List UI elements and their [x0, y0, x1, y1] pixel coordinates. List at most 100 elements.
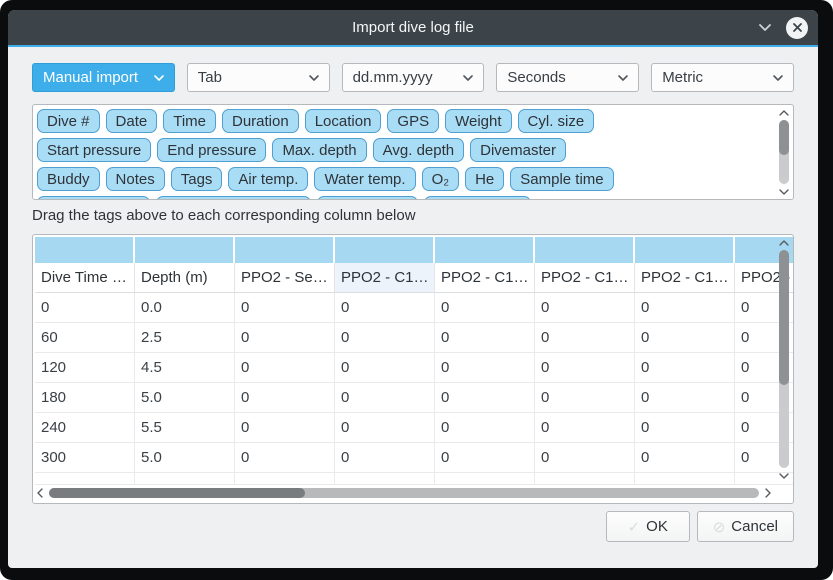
column-header[interactable]: PPO2 - C1… — [635, 263, 735, 293]
table-cell: 0 — [635, 323, 735, 353]
scroll-right-icon[interactable] — [764, 487, 771, 499]
table-row: 1204.5000000 — [35, 353, 794, 383]
close-button[interactable] — [786, 17, 808, 39]
table-horizontal-scrollbar[interactable] — [37, 485, 771, 500]
tag-sample-po[interactable]: Sample pO₂ — [317, 196, 418, 200]
titlebar-actions — [758, 10, 808, 45]
tag-list-scrollbar[interactable] — [776, 107, 791, 197]
tag-avg-depth[interactable]: Avg. depth — [373, 138, 464, 162]
table-cell: 0 — [335, 353, 435, 383]
tag-time[interactable]: Time — [163, 109, 216, 133]
table-cell: 0 — [535, 293, 635, 323]
dropdown-dd-mm-yyyy[interactable]: dd.mm.yyyy — [342, 63, 485, 92]
cancel-icon: ⊘ — [713, 518, 726, 536]
table-cell — [35, 473, 135, 485]
tag-he[interactable]: He — [465, 167, 504, 191]
chevron-down-icon — [153, 74, 165, 82]
table-cell: 5.5 — [135, 413, 235, 443]
cancel-button[interactable]: ⊘ Cancel — [697, 511, 794, 542]
tag-max-depth[interactable]: Max. depth — [272, 138, 366, 162]
table-cell: 0 — [435, 293, 535, 323]
tag-sample-temperature[interactable]: Sample temperature — [156, 196, 312, 200]
drop-target-row — [35, 237, 794, 263]
dropdown-tab[interactable]: Tab — [187, 63, 330, 92]
table-hscrollbar-thumb[interactable] — [49, 488, 305, 498]
table-cell: 0 — [335, 323, 435, 353]
tag-cyl-size[interactable]: Cyl. size — [518, 109, 595, 133]
collapse-button[interactable] — [758, 23, 772, 32]
tag-dive[interactable]: Dive # — [37, 109, 100, 133]
dialog-content: Manual importTabdd.mm.yyyySecondsMetric … — [8, 47, 818, 568]
dropdown-manual-import[interactable]: Manual import — [32, 63, 175, 92]
column-drop-target[interactable] — [235, 237, 335, 263]
column-drop-target[interactable] — [335, 237, 435, 263]
table-cell: 300 — [35, 443, 135, 473]
table-cell: 0.0 — [135, 293, 235, 323]
tag-end-pressure[interactable]: End pressure — [157, 138, 266, 162]
table-cell: 0 — [335, 383, 435, 413]
tag-gps[interactable]: GPS — [387, 109, 439, 133]
tag-air-temp[interactable]: Air temp. — [228, 167, 308, 191]
scroll-down-icon[interactable] — [779, 185, 789, 197]
tag-water-temp[interactable]: Water temp. — [314, 167, 415, 191]
scroll-left-icon[interactable] — [37, 487, 44, 499]
column-drop-target[interactable] — [35, 237, 135, 263]
tag-row: Sample depth Sample temperature Sample pO₂… — [37, 196, 769, 200]
table-cell: 0 — [635, 443, 735, 473]
tag-sample-depth[interactable]: Sample depth — [37, 196, 150, 200]
scroll-up-icon[interactable] — [779, 107, 789, 119]
tag-start-pressure[interactable]: Start pressure — [37, 138, 151, 162]
dropdown-value: Manual import — [43, 69, 138, 86]
screen-frame: Import dive log file Manual import Tab dd.… — [0, 0, 833, 580]
table-cell: 0 — [635, 383, 735, 413]
table-grid: Dive Time …Depth (m)PPO2 - Se…PPO2 - C1…… — [35, 237, 794, 485]
dropdown-value: dd.mm.yyyy — [353, 69, 433, 86]
table-cell: 0 — [535, 443, 635, 473]
tag-list: Dive #DateTimeDurationLocationGPSWeight C… — [32, 104, 794, 200]
table-cell: 0 — [435, 383, 535, 413]
tag-divemaster[interactable]: Divemaster — [470, 138, 566, 162]
table-row: 2405.5000000 — [35, 413, 794, 443]
tag-sample-time[interactable]: Sample time — [510, 167, 613, 191]
tag-scrollbar-thumb[interactable] — [779, 120, 789, 155]
tag-tags[interactable]: Tags — [171, 167, 223, 191]
close-icon — [792, 22, 803, 33]
table-cell: 120 — [35, 353, 135, 383]
dropdown-value: Tab — [198, 69, 222, 86]
tag-weight[interactable]: Weight — [445, 109, 511, 133]
column-drop-target[interactable] — [635, 237, 735, 263]
tag-scrollbar-track[interactable] — [779, 120, 789, 184]
column-header[interactable]: PPO2 - C1… — [435, 263, 535, 293]
column-drop-target[interactable] — [135, 237, 235, 263]
scroll-up-icon[interactable] — [779, 237, 789, 249]
tag-location[interactable]: Location — [305, 109, 382, 133]
column-header[interactable]: Depth (m) — [135, 263, 235, 293]
column-header[interactable]: PPO2 - Se… — [235, 263, 335, 293]
dropdown-metric[interactable]: Metric — [651, 63, 794, 92]
table-vscrollbar-track[interactable] — [779, 250, 789, 468]
tag-o[interactable]: O₂ — [422, 167, 460, 191]
table-row: 3005.0000000 — [35, 443, 794, 473]
column-drop-target[interactable] — [435, 237, 535, 263]
cancel-button-label: Cancel — [731, 518, 778, 535]
tag-duration[interactable]: Duration — [222, 109, 299, 133]
column-drop-target[interactable] — [535, 237, 635, 263]
titlebar[interactable]: Import dive log file — [8, 10, 818, 45]
table-vertical-scrollbar[interactable] — [776, 237, 791, 481]
tag-buddy[interactable]: Buddy — [37, 167, 100, 191]
tag-notes[interactable]: Notes — [106, 167, 165, 191]
table-vscrollbar-thumb[interactable] — [779, 250, 789, 385]
table-cell — [635, 473, 735, 485]
tag-sample-cns[interactable]: Sample CNS — [424, 196, 531, 200]
table-cell — [335, 473, 435, 485]
column-header[interactable]: PPO2 - C1… — [335, 263, 435, 293]
column-header[interactable]: Dive Time … — [35, 263, 135, 293]
column-header[interactable]: PPO2 - C1… — [535, 263, 635, 293]
dropdown-seconds[interactable]: Seconds — [496, 63, 639, 92]
table-cell — [135, 473, 235, 485]
tag-date[interactable]: Date — [106, 109, 158, 133]
ok-button[interactable]: ✓ OK — [606, 511, 690, 542]
scroll-down-icon[interactable] — [779, 469, 789, 481]
table-row: 602.5000000 — [35, 323, 794, 353]
table-hscrollbar-track[interactable] — [49, 488, 759, 498]
